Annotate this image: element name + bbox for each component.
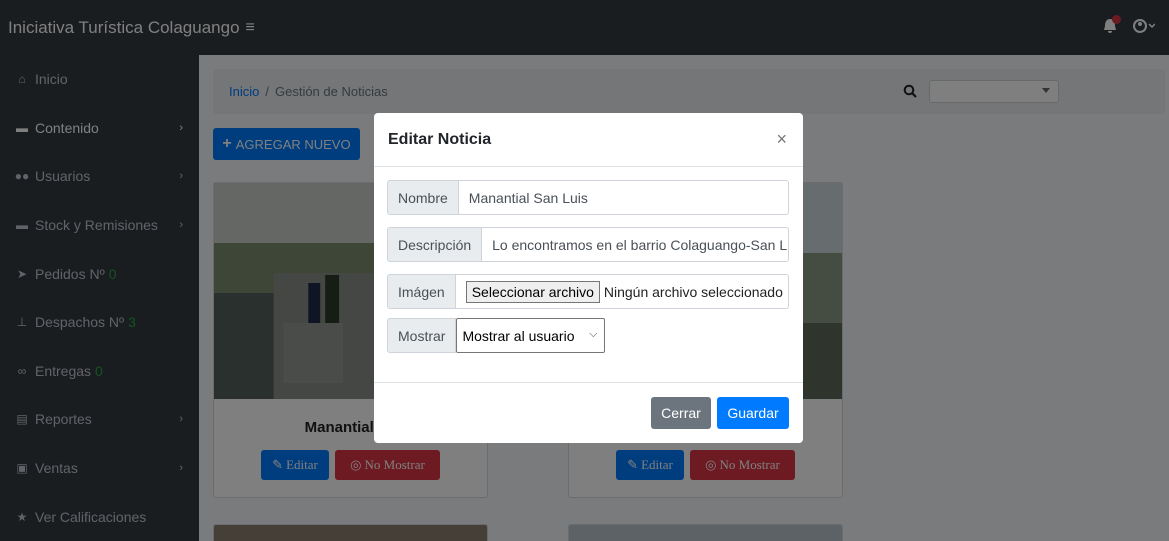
mostrar-label: Mostrar <box>387 318 457 353</box>
imagen-label: Imágen <box>387 274 456 309</box>
modal-title: Editar Noticia <box>388 131 492 148</box>
nombre-label: Nombre <box>387 180 459 215</box>
nombre-field-group: Nombre Manantial San Luis <box>387 180 789 215</box>
descripcion-label: Descripción <box>387 227 483 262</box>
chevron-down-icon: ⌵ <box>589 328 598 340</box>
mostrar-field-group: Mostrar Mostrar al usuario ⌵ <box>387 318 606 353</box>
nombre-input[interactable]: Manantial San Luis <box>458 180 789 215</box>
select-file-button[interactable]: Seleccionar archivo <box>465 280 600 303</box>
modal-header: Editar Noticia × <box>374 113 803 167</box>
descripcion-input[interactable]: Lo encontramos en el barrio Colaguango-S… <box>482 227 789 262</box>
close-icon[interactable]: × <box>776 129 787 150</box>
descripcion-field-group: Descripción Lo encontramos en el barrio … <box>387 227 789 262</box>
mostrar-select[interactable]: Mostrar al usuario ⌵ <box>456 318 606 353</box>
file-status: Ningún archivo seleccionado <box>603 283 783 300</box>
save-button[interactable]: Guardar <box>717 397 789 429</box>
edit-news-modal: Editar Noticia × Nombre Manantial San Lu… <box>374 113 803 443</box>
imagen-field-group: Imágen Seleccionar archivo Ningún archiv… <box>387 274 789 309</box>
mostrar-select-value: Mostrar al usuario <box>462 327 575 344</box>
cancel-button[interactable]: Cerrar <box>651 397 711 429</box>
imagen-file-input[interactable]: Seleccionar archivo Ningún archivo selec… <box>455 274 789 309</box>
